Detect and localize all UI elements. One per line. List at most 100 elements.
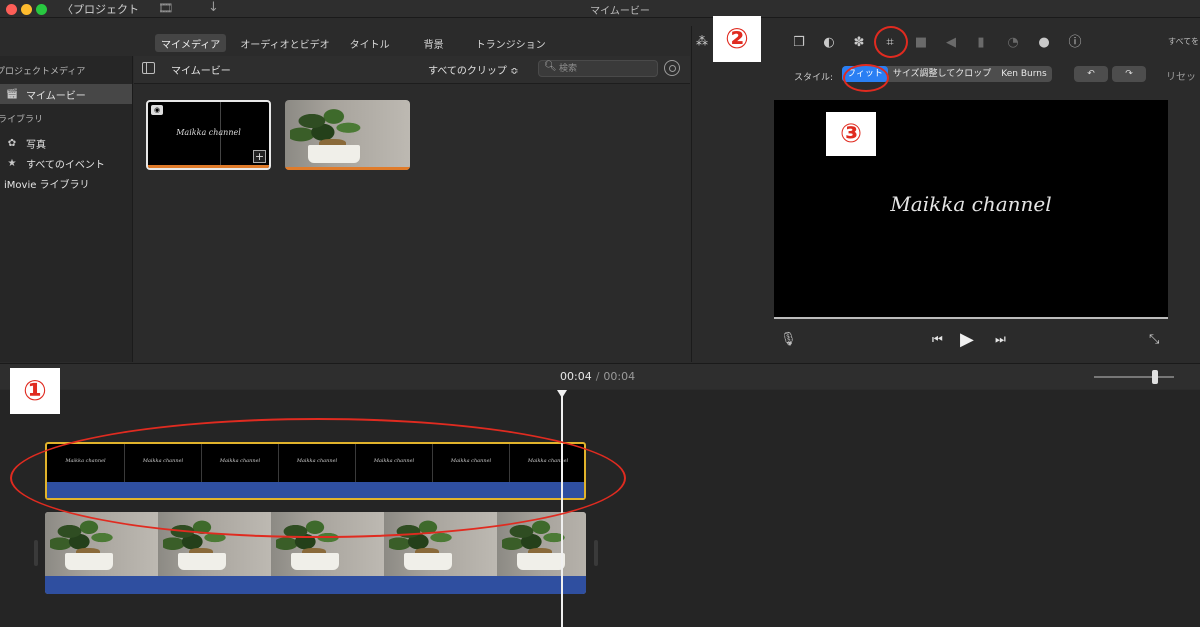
track-right-handle[interactable] xyxy=(594,540,598,566)
style-crop-to-fill-button[interactable]: サイズ調整してクロップ xyxy=(888,66,996,82)
close-window-button[interactable] xyxy=(6,4,17,15)
viewer-title-text: Maikka channel xyxy=(890,192,1052,216)
track-left-handle[interactable] xyxy=(34,540,38,566)
sidebar-section-library: ライブラリ xyxy=(0,115,44,125)
time-separator: / xyxy=(595,370,600,383)
browser-settings-icon[interactable] xyxy=(664,60,680,76)
annotation-number-one: ① xyxy=(10,368,60,414)
title-frame: Maikka channel xyxy=(201,444,278,484)
crop-style-group: フィット サイズ調整してクロップ Ken Burns xyxy=(842,66,1052,82)
fullscreen-icon[interactable]: ⤡ xyxy=(1149,332,1159,347)
title-frame: Maikka channel xyxy=(355,444,432,484)
plant-image xyxy=(285,100,410,170)
camera-stabilize-icon[interactable]: ■ xyxy=(912,34,930,52)
style-label: スタイル: xyxy=(794,73,834,83)
color-balance-icon[interactable]: ◐ xyxy=(820,34,838,52)
palette-icon[interactable]: ✽ xyxy=(850,34,868,52)
clapper-icon: 🎬︎ xyxy=(5,88,19,100)
magic-wand-icon[interactable]: ⁂ xyxy=(696,34,708,48)
info-icon[interactable]: ⓘ xyxy=(1066,34,1084,52)
speed-icon[interactable]: ◔ xyxy=(1004,34,1022,52)
title-frame: Maikka channel xyxy=(278,444,355,484)
timeline-header: 00:04/00:04 xyxy=(0,363,1200,389)
search-box[interactable]: 🔍︎ xyxy=(538,60,658,77)
sidebar-item-label: すべてのイベント xyxy=(26,159,105,171)
reset-button[interactable]: リセッ xyxy=(1166,68,1196,83)
rotate-right-button[interactable]: ↷ xyxy=(1112,66,1146,82)
rotate-left-button[interactable]: ↶ xyxy=(1074,66,1108,82)
sidebar-item-all-events[interactable]: ★ すべてのイベント xyxy=(0,153,132,173)
reset-all-label[interactable]: すべてを xyxy=(1168,36,1199,47)
sidebar-item-label: 写真 xyxy=(26,139,46,151)
tab-audio-video[interactable]: オーディオとビデオ xyxy=(234,34,335,52)
annotation-number-three: ③ xyxy=(826,112,876,156)
media-browser-icon[interactable]: 🎞︎ xyxy=(158,1,173,15)
tab-transitions[interactable]: トランジション xyxy=(470,34,552,52)
video-frame xyxy=(271,512,384,576)
title-frame: Maikka channel xyxy=(509,444,584,484)
audio-waveform-bar xyxy=(45,576,586,594)
crop-icon[interactable]: ⌗ xyxy=(881,34,899,52)
search-icon: 🔍︎ xyxy=(544,61,557,72)
video-clip-thumbnail[interactable] xyxy=(285,100,410,170)
transform-icon[interactable]: ❒ xyxy=(790,34,808,52)
title-clip-thumbnail[interactable]: ◉ Maikka channel + xyxy=(146,100,271,170)
flower-icon: ✿ xyxy=(7,137,17,149)
title-clip-track[interactable]: Maikka channel Maikka channel Maikka cha… xyxy=(45,442,586,500)
filter-icon[interactable]: ● xyxy=(1035,34,1053,52)
style-fit-button[interactable]: フィット xyxy=(842,66,888,82)
timeline-zoom-knob[interactable] xyxy=(1152,370,1158,384)
title-frame: Maikka channel xyxy=(65,458,106,464)
camera-icon: ◉ xyxy=(151,105,163,115)
sidebar-item-my-movie[interactable]: 🎬︎ マイムービー xyxy=(0,84,132,104)
import-icon[interactable]: ↓ xyxy=(208,0,219,15)
tab-backgrounds[interactable]: 背景 xyxy=(418,34,450,52)
add-to-timeline-icon[interactable]: + xyxy=(253,150,266,163)
title-frame: Maikka channel xyxy=(124,444,201,484)
title-clip-text: Maikka channel xyxy=(176,128,241,137)
video-frame xyxy=(45,512,158,576)
time-display: 00:04/00:04 xyxy=(560,370,635,383)
total-time: 00:04 xyxy=(603,370,636,383)
search-input[interactable] xyxy=(559,62,654,75)
browser-title: マイムービー xyxy=(171,66,231,77)
timeline: Maikka channel Maikka channel Maikka cha… xyxy=(0,390,1200,627)
viewer-panel: ⁂ ❒ ◐ ✽ ⌗ ■ ◀︎ ▮ ◔ ● ⓘ すべてを スタイル: フィット サ… xyxy=(691,26,1200,362)
browser-toolbar: マイムービー すべてのクリップ ≎ 🔍︎ xyxy=(134,56,690,84)
back-to-projects-button[interactable]: 〈プロジェクト xyxy=(62,1,139,17)
skip-back-icon[interactable]: ⏮︎ xyxy=(932,332,943,347)
current-time: 00:04 xyxy=(560,370,592,383)
play-icon[interactable]: ▶︎ xyxy=(960,329,974,350)
equalizer-icon[interactable]: ▮ xyxy=(972,34,990,52)
clip-filter-select[interactable]: すべてのクリップ ≎ xyxy=(428,62,518,77)
sidebar-item-label: マイムービー xyxy=(26,90,86,102)
title-frame: Maikka channel xyxy=(432,444,509,484)
audio-waveform-bar xyxy=(47,482,584,498)
sidebar-item-imovie-library[interactable]: iMovie ライブラリ xyxy=(0,173,132,193)
title-bar: 〈プロジェクト 🎞︎ ↓ マイムービー xyxy=(0,0,1200,18)
microphone-icon[interactable]: 🎙︎ xyxy=(780,332,797,347)
sidebar-item-label: iMovie ライブラリ xyxy=(4,179,90,191)
style-ken-burns-button[interactable]: Ken Burns xyxy=(996,66,1051,82)
video-frame xyxy=(497,512,586,576)
volume-icon[interactable]: ◀︎ xyxy=(942,34,960,52)
sidebar: プロジェクトメディア 🎬︎ マイムービー ライブラリ ✿ 写真 ★ すべてのイベ… xyxy=(0,56,133,362)
sidebar-item-photos[interactable]: ✿ 写真 xyxy=(0,133,132,153)
media-tabs: マイメディア オーディオとビデオ タイトル 背景 トランジション xyxy=(155,34,552,52)
used-clip-bar xyxy=(285,167,410,170)
video-clip-track[interactable] xyxy=(45,512,586,594)
video-frame xyxy=(158,512,271,576)
video-frame xyxy=(384,512,497,576)
sidebar-section-project-media: プロジェクトメディア xyxy=(0,67,86,77)
sidebar-toggle-icon[interactable] xyxy=(142,62,155,74)
skip-forward-icon[interactable]: ⏭︎ xyxy=(995,332,1006,347)
star-icon: ★ xyxy=(7,157,17,169)
used-clip-bar xyxy=(148,165,269,168)
tab-my-media[interactable]: マイメディア xyxy=(155,34,227,52)
timeline-zoom-slider[interactable] xyxy=(1094,376,1174,378)
maximize-window-button[interactable] xyxy=(36,4,47,15)
tab-titles[interactable]: タイトル xyxy=(344,34,396,52)
minimize-window-button[interactable] xyxy=(21,4,32,15)
annotation-number-two: ② xyxy=(713,16,761,62)
playhead[interactable] xyxy=(561,392,563,627)
